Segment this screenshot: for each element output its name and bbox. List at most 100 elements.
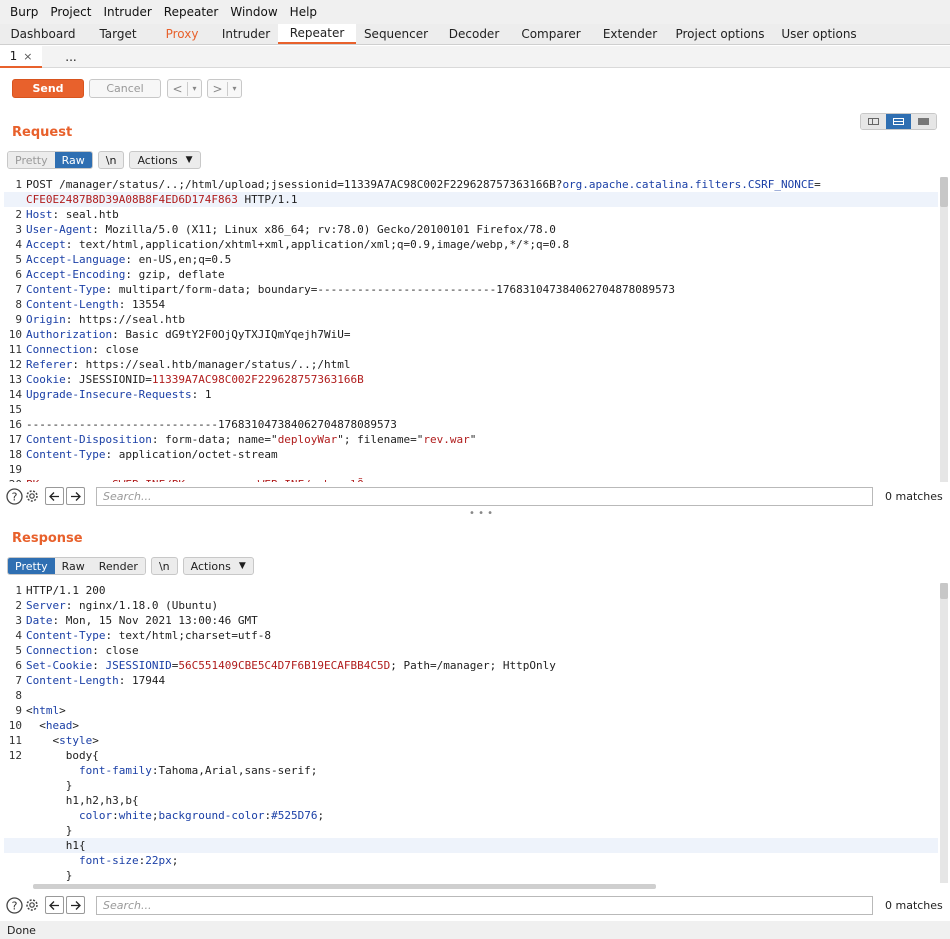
code-line[interactable]: 7 Content-Type: multipart/form-data; boun…: [4, 282, 938, 297]
code-line[interactable]: }: [4, 868, 938, 883]
response-render-tab[interactable]: Render: [91, 558, 145, 574]
help-icon[interactable]: ?: [5, 487, 23, 505]
tab-proxy[interactable]: Proxy: [150, 24, 214, 44]
code-line[interactable]: 3 Date: Mon, 15 Nov 2021 13:00:46 GMT: [4, 613, 938, 628]
code-line[interactable]: }: [4, 823, 938, 838]
response-actions-button[interactable]: Actions ▼: [182, 557, 254, 575]
scroll-thumb[interactable]: [940, 583, 948, 599]
menu-intruder[interactable]: Intruder: [97, 5, 157, 19]
request-newline-toggle[interactable]: \n: [97, 151, 125, 169]
code-line[interactable]: 8: [4, 688, 938, 703]
prev-match-icon[interactable]: [45, 487, 64, 505]
code-line[interactable]: h1,h2,h3,b{: [4, 793, 938, 808]
response-newline-toggle[interactable]: \n: [150, 557, 178, 575]
code-line[interactable]: 6 Set-Cookie: JSESSIONID=56C551409CBE5C4D…: [4, 658, 938, 673]
tab-extender[interactable]: Extender: [590, 24, 670, 44]
tab-decoder[interactable]: Decoder: [436, 24, 512, 44]
response-search-input[interactable]: Search...: [96, 895, 873, 915]
tab-repeater[interactable]: Repeater: [278, 24, 356, 44]
code-line[interactable]: font-size:22px;: [4, 853, 938, 868]
prev-match-icon[interactable]: [45, 896, 64, 914]
code-line[interactable]: 6 Accept-Encoding: gzip, deflate: [4, 267, 938, 282]
code-line[interactable]: 16 -----------------------------176831047…: [4, 417, 938, 432]
pane-splitter[interactable]: • • •: [469, 508, 493, 519]
tab-user-options[interactable]: User options: [770, 24, 868, 44]
code-line[interactable]: 1 POST /manager/status/..;/html/upload;js…: [4, 177, 938, 192]
code-line[interactable]: 15: [4, 402, 938, 417]
code-line[interactable]: }: [4, 778, 938, 793]
code-line[interactable]: 3 User-Agent: Mozilla/5.0 (X11; Linux x86…: [4, 222, 938, 237]
gear-icon[interactable]: [23, 896, 41, 914]
code-line[interactable]: 11 Connection: close: [4, 342, 938, 357]
forward-arrow-icon[interactable]: >: [208, 81, 228, 96]
scroll-thumb[interactable]: [940, 177, 948, 207]
response-raw-tab[interactable]: Raw: [54, 558, 92, 574]
code-line[interactable]: 9 Origin: https://seal.htb: [4, 312, 938, 327]
response-editor[interactable]: 1 HTTP/1.1 200 2 Server: nginx/1.18.0 (Ubun…: [4, 583, 938, 883]
chevron-down-icon[interactable]: ▾: [188, 84, 201, 93]
chevron-down-icon[interactable]: ▾: [228, 84, 241, 93]
line-number: 11: [8, 734, 22, 747]
code-line[interactable]: 12 Referer: https://seal.htb/manager/stat…: [4, 357, 938, 372]
code-line[interactable]: h1{: [4, 838, 938, 853]
code-line[interactable]: 12 body{: [4, 748, 938, 763]
code-line[interactable]: 5 Connection: close: [4, 643, 938, 658]
code-line[interactable]: 20PK · · · SWEB-INF/PK · · · WEB-INF/web…: [4, 477, 938, 482]
code-line[interactable]: 19: [4, 462, 938, 477]
code-line[interactable]: 4 Accept: text/html,application/xhtml+xml…: [4, 237, 938, 252]
gear-icon[interactable]: [23, 487, 41, 505]
layout-tabs-button[interactable]: [911, 114, 936, 129]
tab-comparer[interactable]: Comparer: [512, 24, 590, 44]
request-editor[interactable]: 1 POST /manager/status/..;/html/upload;js…: [4, 177, 938, 482]
menu-help[interactable]: Help: [284, 5, 323, 19]
code-line[interactable]: 2 Server: nginx/1.18.0 (Ubuntu): [4, 598, 938, 613]
send-button[interactable]: Send: [12, 79, 84, 98]
request-raw-tab[interactable]: Raw: [54, 152, 92, 168]
code-line[interactable]: CFE0E2487B8D39A08B8F4ED6D174F863 HTTP/1.…: [4, 192, 938, 207]
code-line[interactable]: 7 Content-Length: 17944: [4, 673, 938, 688]
code-line[interactable]: 14 Upgrade-Insecure-Requests: 1: [4, 387, 938, 402]
tab-intruder[interactable]: Intruder: [214, 24, 278, 44]
request-search-input[interactable]: Search...: [96, 486, 873, 506]
back-arrow-icon[interactable]: <: [168, 81, 188, 96]
subtab-1[interactable]: 1 ×: [0, 46, 42, 68]
response-pretty-tab[interactable]: Pretty: [8, 558, 55, 574]
tab-project-options[interactable]: Project options: [670, 24, 770, 44]
code-line[interactable]: 8 Content-Length: 13554: [4, 297, 938, 312]
code-line[interactable]: 10 <head>: [4, 718, 938, 733]
code-line[interactable]: 9 <html>: [4, 703, 938, 718]
code-line[interactable]: color:white;background-color:#525D76;: [4, 808, 938, 823]
help-icon[interactable]: ?: [5, 896, 23, 914]
request-scrollbar[interactable]: [940, 177, 948, 482]
code-line[interactable]: 17 Content-Disposition: form-data; name="…: [4, 432, 938, 447]
request-pretty-tab[interactable]: Pretty: [8, 152, 55, 168]
back-nav[interactable]: < ▾: [167, 79, 202, 98]
tab-sequencer[interactable]: Sequencer: [356, 24, 436, 44]
menu-project[interactable]: Project: [44, 5, 97, 19]
menu-burp[interactable]: Burp: [4, 5, 44, 19]
request-actions-button[interactable]: Actions ▼: [129, 151, 201, 169]
code-line[interactable]: 2 Host: seal.htb: [4, 207, 938, 222]
subtab-new[interactable]: ...: [42, 46, 100, 68]
code-line[interactable]: font-family:Tahoma,Arial,sans-serif;: [4, 763, 938, 778]
response-scrollbar[interactable]: [940, 583, 948, 883]
close-icon[interactable]: ×: [23, 50, 32, 63]
next-match-icon[interactable]: [66, 896, 85, 914]
tab-target[interactable]: Target: [86, 24, 150, 44]
code-line[interactable]: 5 Accept-Language: en-US,en;q=0.5: [4, 252, 938, 267]
response-hscroll-thumb[interactable]: [33, 884, 656, 889]
menu-repeater[interactable]: Repeater: [158, 5, 225, 19]
code-line[interactable]: 1 HTTP/1.1 200: [4, 583, 938, 598]
forward-nav[interactable]: > ▾: [207, 79, 242, 98]
code-line[interactable]: 10 Authorization: Basic dG9tY2F0OjQyTXJIQ…: [4, 327, 938, 342]
cancel-button[interactable]: Cancel: [89, 79, 161, 98]
code-line[interactable]: 13 Cookie: JSESSIONID=11339A7AC98C002F229…: [4, 372, 938, 387]
layout-side-by-side-button[interactable]: [861, 114, 886, 129]
next-match-icon[interactable]: [66, 487, 85, 505]
code-line[interactable]: 11 <style>: [4, 733, 938, 748]
code-line[interactable]: 4 Content-Type: text/html;charset=utf-8: [4, 628, 938, 643]
tab-dashboard[interactable]: Dashboard: [0, 24, 86, 44]
layout-stacked-button[interactable]: [886, 114, 911, 129]
code-line[interactable]: 18 Content-Type: application/octet-stream: [4, 447, 938, 462]
menu-window[interactable]: Window: [224, 5, 283, 19]
